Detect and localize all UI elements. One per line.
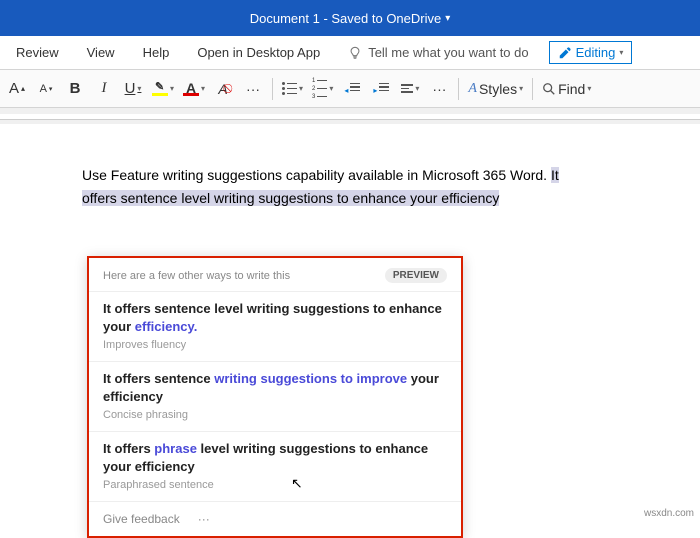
italic-button[interactable]: I <box>90 75 118 103</box>
tell-me-search[interactable]: Tell me what you want to do <box>334 45 542 60</box>
save-status[interactable]: Saved to OneDrive <box>331 11 441 26</box>
document-text[interactable]: Use Feature writing suggestions capabili… <box>82 164 640 211</box>
menu-bar: Review View Help Open in Desktop App Tel… <box>0 36 700 70</box>
more-options-button[interactable]: ··· <box>198 512 210 526</box>
ribbon-toolbar: A▴ A▾ B I U▾ ✎▾ A▾ A⃠ ··· ▾ 123▾ ◂ ▸ ▾ ·… <box>0 70 700 108</box>
divider <box>272 78 273 100</box>
open-in-desktop-button[interactable]: Open in Desktop App <box>183 45 334 60</box>
font-color-button[interactable]: A▾ <box>179 75 209 103</box>
highlight-button[interactable]: ✎▾ <box>148 75 178 103</box>
watermark: wsxdn.com <box>644 508 694 519</box>
writing-suggestions-card: Here are a few other ways to write this … <box>87 256 463 538</box>
suggestion-item[interactable]: It offers phrase level writing suggestio… <box>89 431 461 501</box>
suggestion-subtitle: Improves fluency <box>103 339 447 351</box>
editing-mode-button[interactable]: Editing ▾ <box>549 41 633 64</box>
suggestion-subtitle: Concise phrasing <box>103 409 447 421</box>
tab-help[interactable]: Help <box>129 45 184 60</box>
grow-font-button[interactable]: A▴ <box>3 75 31 103</box>
bold-button[interactable]: B <box>61 75 89 103</box>
bullets-button[interactable]: ▾ <box>278 75 307 103</box>
find-button[interactable]: Find▾ <box>538 75 595 103</box>
tab-view[interactable]: View <box>73 45 129 60</box>
page-separator <box>0 114 700 120</box>
styles-button[interactable]: AStyles▾ <box>464 75 527 103</box>
search-icon <box>542 82 556 96</box>
align-button[interactable]: ▾ <box>396 75 424 103</box>
more-para-button[interactable]: ··· <box>425 75 453 103</box>
pencil-icon <box>558 46 572 60</box>
feedback-row: Give feedback ··· <box>89 501 461 536</box>
underline-button[interactable]: U▾ <box>119 75 147 103</box>
chevron-down-icon[interactable]: ▾ <box>445 13 450 24</box>
lightbulb-icon <box>348 46 362 60</box>
card-heading: Here are a few other ways to write this <box>103 270 290 282</box>
suggestion-item[interactable]: It offers sentence writing suggestions t… <box>89 361 461 431</box>
divider <box>458 78 459 100</box>
increase-indent-button[interactable]: ▸ <box>367 75 395 103</box>
more-font-button[interactable]: ··· <box>239 75 267 103</box>
chevron-down-icon: ▾ <box>619 48 623 57</box>
clear-format-button[interactable]: A⃠ <box>210 75 238 103</box>
card-header: Here are a few other ways to write this … <box>89 258 461 291</box>
numbering-button[interactable]: 123▾ <box>308 75 337 103</box>
tab-review[interactable]: Review <box>2 45 73 60</box>
title-bar: Document 1 - Saved to OneDrive ▾ <box>0 0 700 36</box>
doc-title: Document 1 <box>250 11 320 26</box>
shrink-font-button[interactable]: A▾ <box>32 75 60 103</box>
preview-badge: PREVIEW <box>385 268 447 283</box>
suggestion-subtitle: Paraphrased sentence <box>103 479 447 491</box>
divider <box>532 78 533 100</box>
suggestion-item[interactable]: It offers sentence level writing suggest… <box>89 291 461 361</box>
give-feedback-link[interactable]: Give feedback <box>103 512 180 526</box>
decrease-indent-button[interactable]: ◂ <box>338 75 366 103</box>
